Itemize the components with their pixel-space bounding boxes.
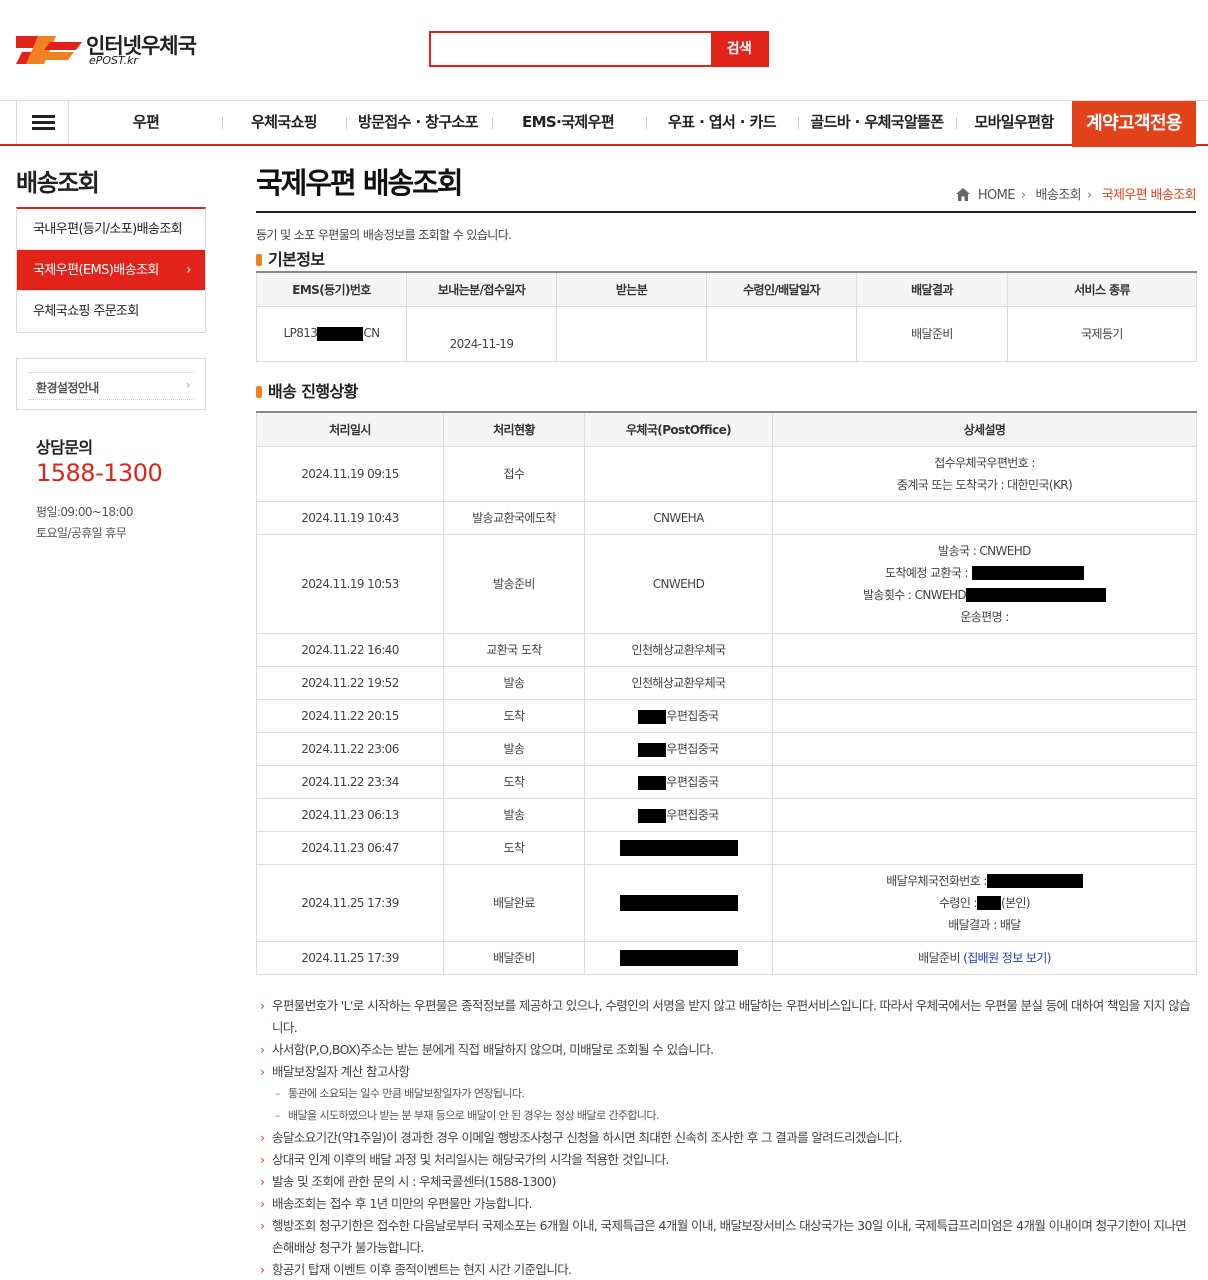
table-row: 2024.11.23 06:13 발송 우편집중국	[256, 797, 1197, 832]
epost-logo-icon	[16, 36, 82, 64]
sidebar-item-label: 국제우편(EMS)배송조회	[33, 263, 159, 278]
list-item: 우편물번호가 'L'로 시작하는 우편물은 종적정보를 제공하고 있으나, 수령…	[260, 995, 1200, 1039]
chevron-right-icon: ›	[185, 378, 191, 392]
list-item: 행방조회 청구기한은 접수한 다음날로부터 국제소포는 6개월 이내, 국제특급…	[260, 1215, 1200, 1259]
logo-sub: ePOST.kr	[89, 54, 138, 67]
list-item: 통관에 소요되는 일수 만큼 배달보장일자가 연장됩니다.	[260, 1083, 1200, 1105]
column-header: 배달결과	[856, 271, 1008, 307]
nav-item-shopping[interactable]: 우체국쇼핑	[228, 101, 340, 144]
page-title: 국제우편 배송조회	[256, 166, 464, 200]
list-item: 송달소요기간(약1주일)이 경과한 경우 이메일 행방조사청구 신청을 하시면 …	[260, 1127, 1200, 1149]
column-header: EMS(등기)번호	[256, 271, 407, 307]
column-header: 상세설명	[772, 411, 1197, 447]
list-item: 배달을 시도하였으나 받는 분 부재 등으로 배달이 안 된 경우는 정상 배달…	[260, 1105, 1200, 1127]
nav-item-goldbar[interactable]: 골드바 · 우체국알뜰폰	[804, 101, 950, 144]
cs-phone: 1588-1300	[36, 459, 163, 487]
env-settings-label: 환경설정안내	[36, 381, 99, 395]
table-row: 2024.11.22 23:06 발송 우편집중국	[256, 731, 1197, 766]
section-title-progress: 배송 진행상황	[256, 378, 358, 402]
breadcrumb: HOME › 배송조회 › 국제우편 배송조회	[956, 184, 1197, 203]
breadcrumb-separator: ›	[1086, 188, 1092, 203]
table-row: 2024.11.25 17:39 배달준비 배달준비 (집배원 정보 보기)	[256, 940, 1197, 975]
main-nav: 우편 우체국쇼핑 방문접수 · 창구소포 EMS·국제우편 우표 · 엽서 · …	[0, 100, 1208, 147]
env-settings-box[interactable]: 환경설정안내 ›	[16, 358, 206, 410]
column-header: 처리현황	[443, 411, 585, 447]
breadcrumb-home[interactable]: HOME	[978, 188, 1016, 203]
nav-corporate-button[interactable]: 계약고객전용	[1072, 101, 1196, 147]
send-date: 2024-11-19	[406, 305, 557, 362]
breadcrumb-current: 국제우편 배송조회	[1101, 188, 1197, 203]
column-header: 받는분	[556, 271, 707, 307]
chevron-right-icon: ›	[186, 262, 192, 278]
service-type: 국제등기	[1007, 305, 1197, 362]
search-box: 검색	[429, 31, 769, 67]
column-header: 우체국(PostOffice)	[584, 411, 773, 447]
table-row: 2024.11.25 17:39 배달완료 배달우체국전화번호 : 수령인 : (본…	[256, 863, 1197, 942]
table-row: 2024.11.19 09:15 접수 접수우체국우편번호 : 중계국 또는 도착국…	[256, 445, 1197, 502]
epost-logo[interactable]: 인터넷우체국 ePOST.kr	[16, 30, 206, 70]
sidebar-item-label: 국내우편(등기/소포)배송조회	[33, 222, 183, 237]
table-row: 2024.11.23 06:47 도착	[256, 830, 1197, 865]
column-header: 보내는분/접수일자	[406, 271, 557, 307]
nav-item-visit[interactable]: 방문접수 · 창구소포	[350, 101, 486, 144]
column-header: 서비스 종류	[1007, 271, 1197, 307]
list-item: 배송조회는 접수 후 1년 미만의 우편물만 가능합니다.	[260, 1193, 1200, 1215]
table-row: 2024.11.19 10:43 발송교환국에도착 CNWEHA	[256, 500, 1197, 535]
sidebar-item-shopping-order[interactable]: 우체국쇼핑 주문조회	[17, 291, 205, 332]
breadcrumb-separator: ›	[1020, 188, 1026, 203]
nav-item-mail[interactable]: 우편	[76, 101, 216, 144]
section-title-basic: 기본정보	[256, 246, 325, 270]
table-row: 2024.11.22 19:52 발송 인천해상교환우체국	[256, 665, 1197, 700]
sidebar-item-international[interactable]: 국제우편(EMS)배송조회 ›	[17, 250, 205, 291]
receiver	[556, 305, 707, 362]
basic-info-table: EMS(등기)번호 보내는분/접수일자 받는분 수령인/배달일자 배달결과 서비…	[256, 271, 1197, 362]
carrier-info-link[interactable]: (집배원 정보 보기)	[963, 951, 1051, 965]
ems-number: LP813 CN	[256, 305, 407, 362]
tracking-table: 처리일시 처리현황 우체국(PostOffice) 상세설명 2024.11.1…	[256, 411, 1197, 975]
sidebar-menu: 국내우편(등기/소포)배송조회 국제우편(EMS)배송조회 › 우체국쇼핑 주문조…	[16, 207, 206, 333]
search-button[interactable]: 검색	[711, 33, 767, 65]
list-item: 항공기 탑재 이벤트 이후 종적이벤트는 현지 시간 기준입니다.	[260, 1259, 1200, 1280]
list-item: 사서함(P,O,BOX)주소는 받는 분에게 직접 배달하지 않으며, 미배달로…	[260, 1039, 1200, 1061]
intro-text: 등기 및 소포 우편물의 배송정보를 조회할 수 있습니다.	[256, 228, 512, 242]
list-item: 배달보장일자 계산 참고사항	[260, 1061, 1200, 1083]
nav-item-ems[interactable]: EMS·국제우편	[498, 101, 638, 144]
notes-list: 우편물번호가 'L'로 시작하는 우편물은 종적정보를 제공하고 있으나, 수령…	[260, 995, 1200, 1280]
breadcrumb-level1[interactable]: 배송조회	[1036, 188, 1082, 203]
search-input[interactable]	[431, 33, 713, 65]
list-item: 상대국 인계 이후의 배달 과정 및 처리일시는 해당국가의 시각을 적용한 것…	[260, 1149, 1200, 1171]
cs-hours: 평일:09:00~18:00 토요일/공휴일 휴무	[36, 502, 134, 544]
column-header: 처리일시	[256, 411, 444, 447]
table-row: 2024.11.22 23:34 도착 우편집중국	[256, 764, 1197, 799]
column-header: 수령인/배달일자	[706, 271, 857, 307]
nav-item-mobile[interactable]: 모바일우편함	[960, 101, 1068, 144]
sidebar-item-label: 우체국쇼핑 주문조회	[33, 304, 139, 319]
table-row: 2024.11.22 20:15 도착 우편집중국	[256, 698, 1197, 733]
cs-title: 상담문의	[36, 438, 93, 457]
nav-item-stamps[interactable]: 우표 · 엽서 · 카드	[652, 101, 792, 144]
delivery-date	[706, 305, 857, 362]
list-item: 발송 및 조회에 관한 문의 시 : 우체국콜센터(1588-1300)	[260, 1171, 1200, 1193]
sidebar-title: 배송조회	[16, 169, 100, 197]
delivery-result: 배달준비	[856, 305, 1008, 362]
sidebar-item-domestic[interactable]: 국내우편(등기/소포)배송조회	[17, 209, 205, 250]
cs-hours-weekday: 평일:09:00~18:00	[36, 505, 134, 519]
table-row: 2024.11.22 16:40 교환국 도착 인천해상교환우체국	[256, 632, 1197, 667]
cs-hours-weekend: 토요일/공휴일 휴무	[36, 526, 127, 540]
home-icon	[956, 188, 971, 201]
table-row: 2024.11.19 10:53 발송준비 CNWEHD 발송국 : CNWEHD …	[256, 533, 1197, 634]
menu-icon[interactable]	[16, 101, 69, 144]
